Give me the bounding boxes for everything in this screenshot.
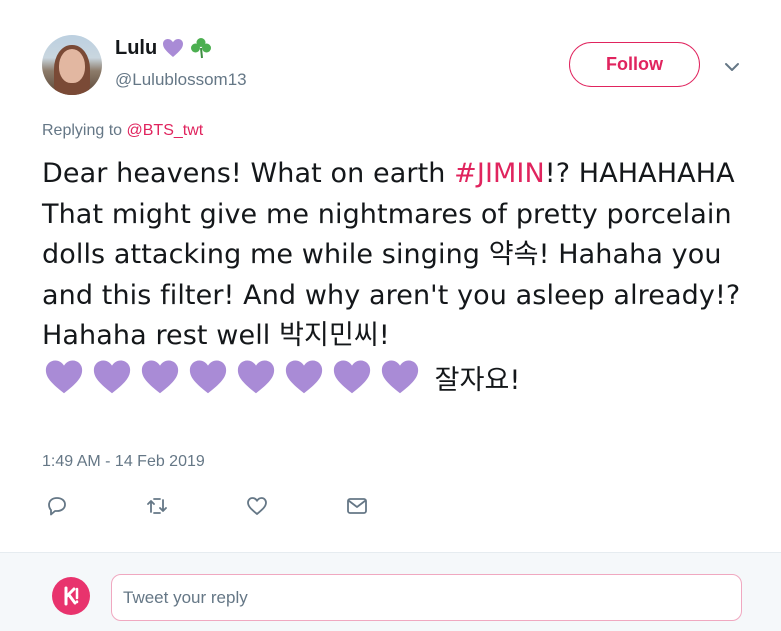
purple-heart-emoji — [45, 359, 83, 393]
purple-heart-emoji — [93, 359, 131, 393]
purple-heart-emoji — [333, 359, 371, 393]
heart-icon[interactable] — [244, 494, 270, 518]
tweet-timestamp[interactable]: 1:49 AM - 14 Feb 2019 — [42, 453, 205, 471]
tweet-actions — [42, 494, 402, 518]
current-user-avatar[interactable] — [52, 577, 90, 615]
reply-icon[interactable] — [44, 494, 70, 518]
hashtag-link[interactable]: #JIMIN — [454, 158, 545, 189]
purple-heart-icon — [163, 39, 184, 57]
purple-heart-emoji — [381, 359, 419, 393]
purple-heart-emoji — [189, 359, 227, 393]
envelope-icon[interactable] — [344, 494, 370, 518]
chevron-down-icon[interactable] — [723, 58, 741, 76]
tweet-text-part1: Dear heavens! What on earth — [42, 158, 455, 189]
author-display-name[interactable]: Lulu — [115, 37, 157, 60]
tweet-text: Dear heavens! What on earth #JIMIN!? HAH… — [42, 154, 742, 407]
purple-heart-emoji — [285, 359, 323, 393]
author-name-row[interactable]: Lulu — [115, 36, 213, 60]
purple-hearts — [42, 357, 426, 408]
tweet-card: Lulu @Lulublossom13 Follow Replying to @… — [0, 0, 781, 552]
shamrock-icon — [191, 38, 212, 59]
follow-button[interactable]: Follow — [569, 42, 700, 87]
reply-input[interactable]: Tweet your reply — [111, 574, 742, 621]
replying-prefix: Replying to — [42, 122, 127, 139]
purple-heart-emoji — [141, 359, 179, 393]
author-handle[interactable]: @Lulublossom13 — [115, 70, 247, 90]
tweet-text-part3: 잘자요! — [426, 364, 521, 396]
avatar-face — [59, 49, 85, 83]
kakao-k-logo-icon — [64, 586, 79, 606]
retweet-icon[interactable] — [144, 494, 170, 518]
purple-heart-emoji — [237, 359, 275, 393]
replying-mention-link[interactable]: @BTS_twt — [127, 122, 204, 139]
author-avatar[interactable] — [42, 35, 102, 95]
replying-to: Replying to @BTS_twt — [42, 122, 203, 140]
